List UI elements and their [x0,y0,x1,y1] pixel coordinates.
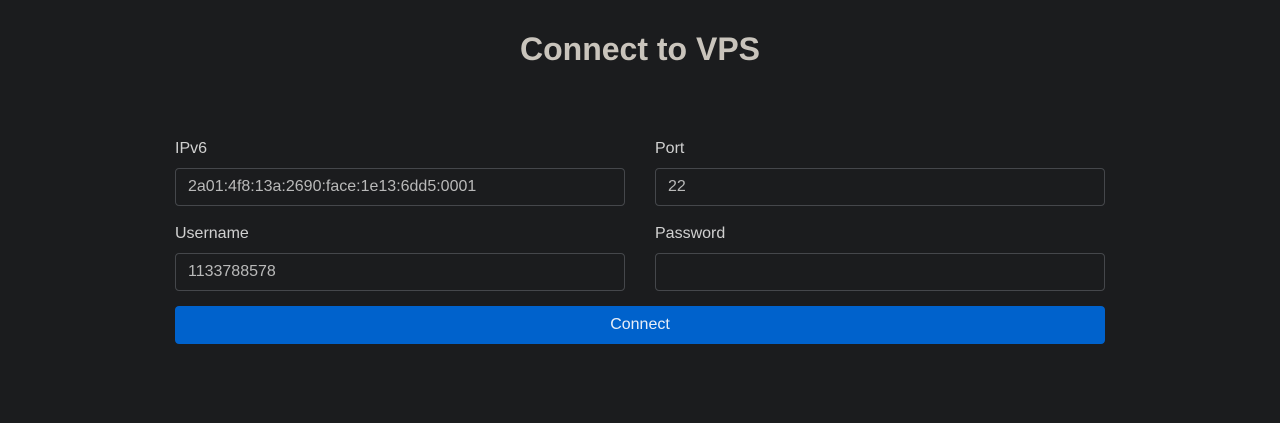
ipv6-input[interactable] [175,168,625,206]
password-input[interactable] [655,253,1105,291]
form-row-credentials: Username Password [175,223,1105,291]
username-label: Username [175,225,249,242]
ipv6-label: IPv6 [175,140,208,157]
port-input[interactable] [655,168,1105,206]
port-field-group: Port [655,138,1105,206]
page-title: Connect to VPS [519,31,760,67]
port-label: Port [655,140,685,157]
password-label: Password [655,225,726,242]
password-field-group: Password [655,223,1105,291]
connect-button[interactable]: Connect [175,306,1105,344]
username-field-group: Username [175,223,625,291]
form-row-host: IPv6 Port [175,138,1105,206]
ipv6-field-group: IPv6 [175,138,625,206]
connection-form: IPv6 Port Username Password Connect [175,138,1105,344]
connect-page: Connect to VPS IPv6 Port Username Passwo… [0,0,1280,423]
username-input[interactable] [175,253,625,291]
